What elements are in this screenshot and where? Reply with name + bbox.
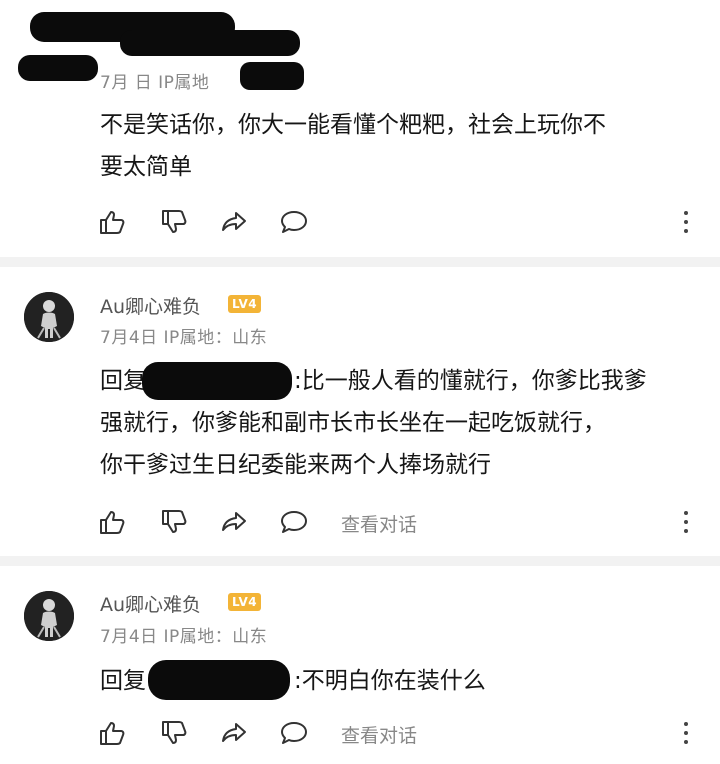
redacted-username <box>142 362 292 400</box>
more-vertical-icon[interactable] <box>681 209 691 235</box>
redacted-username <box>120 30 300 56</box>
view-conversation-link[interactable]: 查看对话 <box>341 510 417 537</box>
thumb-down-icon[interactable] <box>159 718 189 748</box>
reply-prefix: 回复 <box>100 368 146 394</box>
comment-text-line: 你干爹过生日纪委能来两个人捧场就行 <box>100 452 491 478</box>
thumb-up-icon[interactable] <box>97 507 127 537</box>
comment-text-line: 不是笑话你，你大一能看懂个粑粑，社会上玩你不 <box>100 112 606 138</box>
comment-meta: 7月 日 IP属地 <box>100 73 210 93</box>
comment-icon[interactable] <box>279 507 309 537</box>
share-icon[interactable] <box>219 507 249 537</box>
view-conversation-link[interactable]: 查看对话 <box>341 721 417 748</box>
share-icon[interactable] <box>219 718 249 748</box>
comment-text-part: :比一般人看的懂就行，你爹比我爹 <box>294 368 647 394</box>
redacted-meta <box>240 62 304 90</box>
reply-prefix: 回复 <box>100 668 146 694</box>
avatar[interactable] <box>24 292 74 342</box>
thumb-up-icon[interactable] <box>97 207 127 237</box>
author-name[interactable]: Au卿心难负 <box>100 292 201 319</box>
level-badge: LV4 <box>228 295 262 313</box>
comment-text-part: :不明白你在装什么 <box>294 668 486 694</box>
redacted-username <box>148 660 290 700</box>
divider <box>0 556 720 566</box>
comment-text: 不是笑话你，你大一能看懂个粑粑，社会上玩你不 要太简单 <box>100 104 606 188</box>
more-vertical-icon[interactable] <box>681 720 691 746</box>
level-badge: LV4 <box>228 593 262 611</box>
avatar[interactable] <box>24 591 74 641</box>
thumb-down-icon[interactable] <box>159 507 189 537</box>
comment-text-line: 强就行，你爹能和副市长市长坐在一起吃饭就行， <box>100 410 606 436</box>
redacted-avatar <box>18 55 98 81</box>
share-icon[interactable] <box>219 207 249 237</box>
comment-text-line: 要太简单 <box>100 154 192 180</box>
thumb-up-icon[interactable] <box>97 718 127 748</box>
more-vertical-icon[interactable] <box>681 509 691 535</box>
comment-icon[interactable] <box>279 207 309 237</box>
thumb-down-icon[interactable] <box>159 207 189 237</box>
comment-meta: 7月4日 IP属地：山东 <box>100 328 268 348</box>
comment-meta: 7月4日 IP属地：山东 <box>100 627 268 647</box>
divider <box>0 257 720 267</box>
author-name[interactable]: Au卿心难负 <box>100 590 201 617</box>
comment-icon[interactable] <box>279 718 309 748</box>
